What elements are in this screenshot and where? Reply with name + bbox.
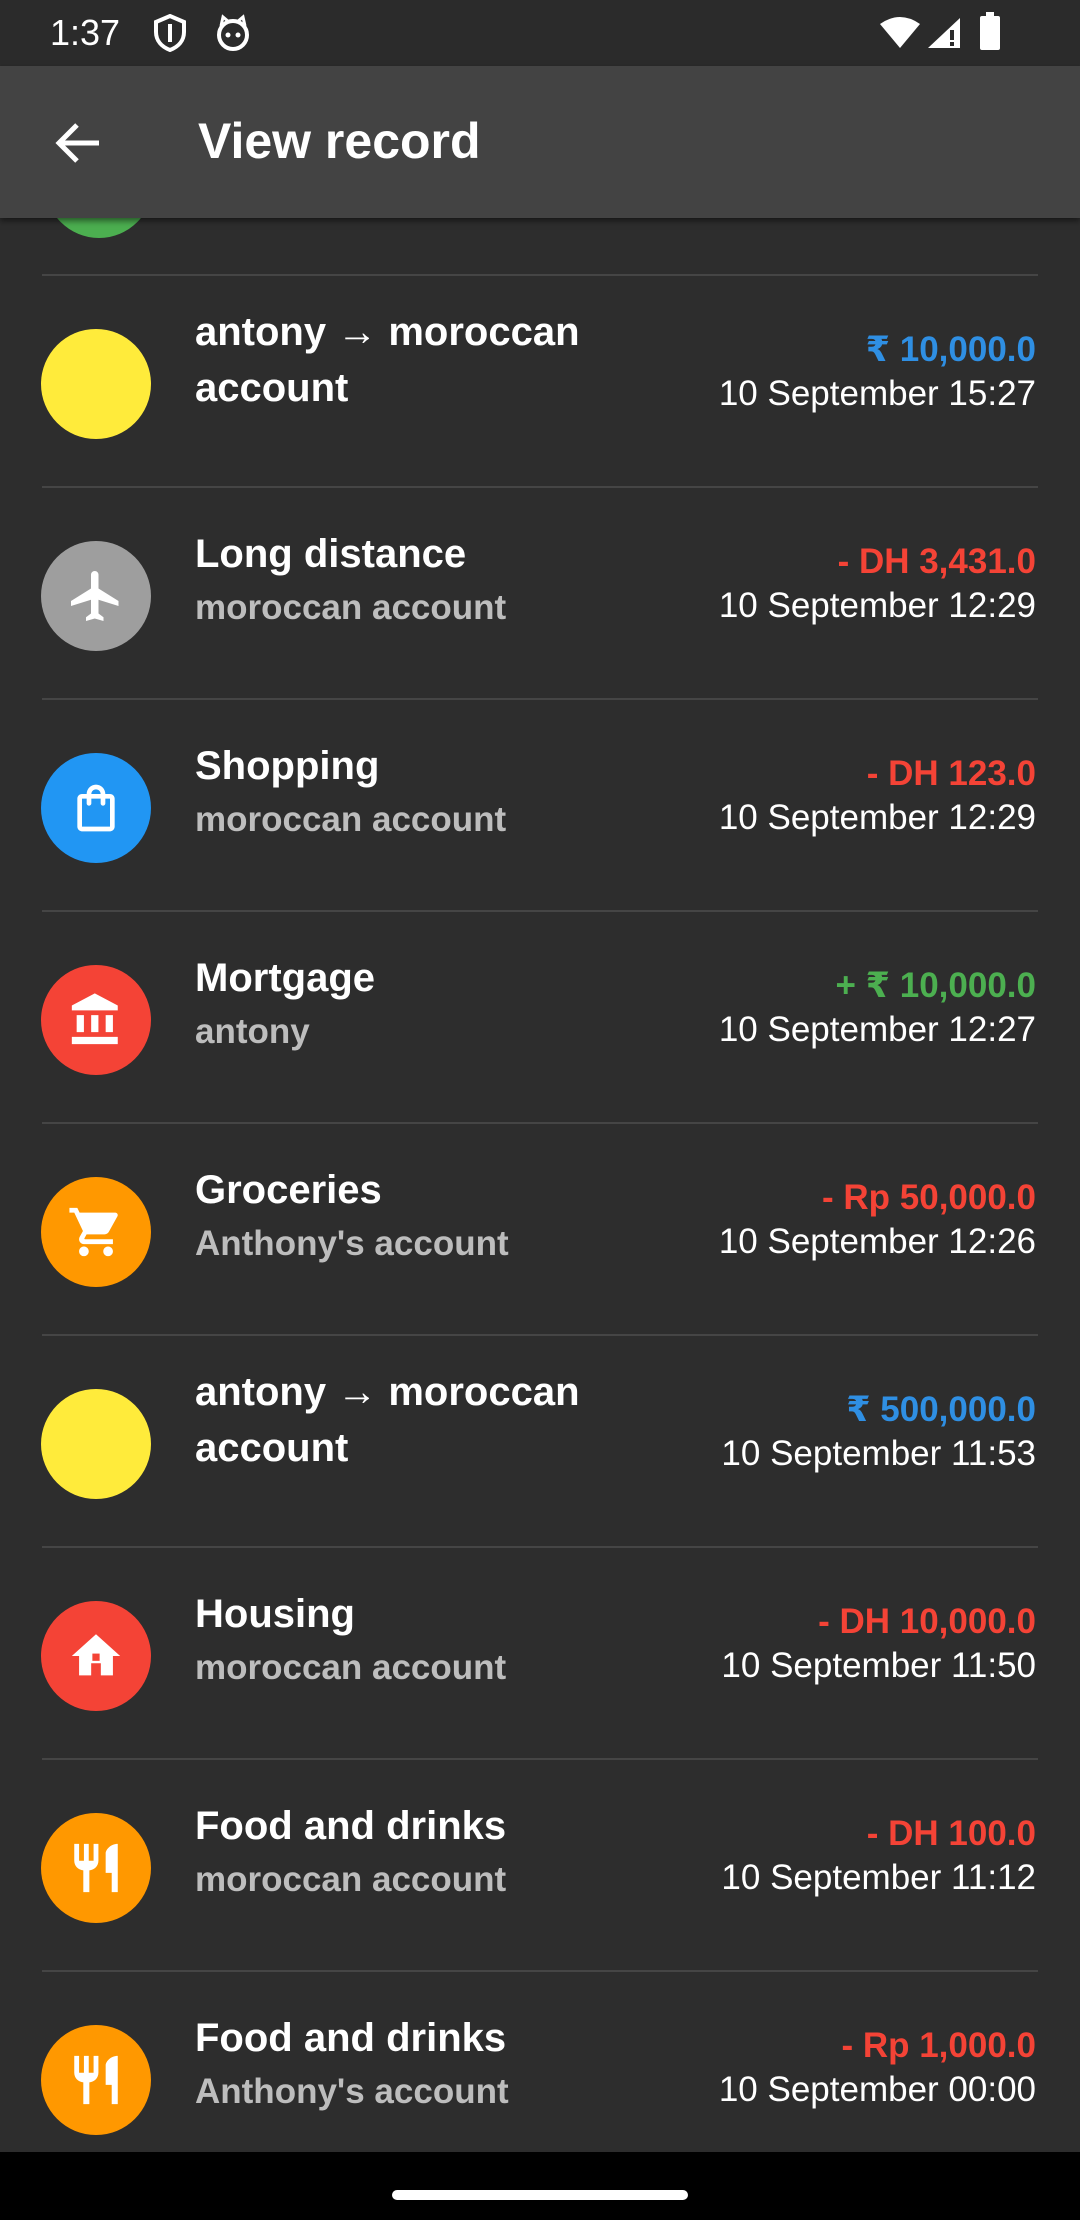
house-icon — [41, 1601, 151, 1711]
record-date: 10 September 15:27 — [718, 374, 1036, 413]
record-date: 10 September 00:00 — [718, 2070, 1036, 2109]
fork-knife-icon — [41, 2025, 151, 2135]
record-date: 10 September 11:12 — [721, 1858, 1036, 1897]
partial-record-avatar — [45, 218, 153, 238]
record-date: 10 September 12:29 — [718, 798, 1036, 837]
list-item[interactable]: Food and drinks moroccan account - DH 10… — [0, 1760, 1080, 1972]
record-amount: ₹ 500,000.0 — [846, 1390, 1036, 1429]
record-amount: - Rp 1,000.0 — [841, 2026, 1036, 2065]
record-date: 10 September 11:53 — [721, 1434, 1036, 1473]
list-item[interactable]: Mortgage antony + ₹ 10,000.0 10 Septembe… — [0, 912, 1080, 1124]
record-date: 10 September 12:27 — [718, 1010, 1036, 1049]
shopping-bag-icon — [41, 753, 151, 863]
cart-icon — [41, 1177, 151, 1287]
record-amount: - DH 3,431.0 — [837, 542, 1036, 581]
back-button[interactable] — [40, 106, 114, 180]
fork-knife-icon — [41, 1813, 151, 1923]
record-account: moroccan account — [195, 800, 507, 839]
record-amount: + ₹ 10,000.0 — [835, 966, 1036, 1005]
record-title: Housing — [195, 1592, 355, 1636]
record-account: Anthony's account — [195, 1224, 509, 1263]
status-time: 1:37 — [50, 12, 121, 53]
home-gesture-handle[interactable] — [392, 2190, 688, 2200]
shield-icon — [152, 13, 188, 57]
record-amount: - DH 123.0 — [866, 754, 1036, 793]
record-amount: ₹ 10,000.0 — [865, 330, 1036, 369]
record-title: Food and drinks — [195, 2016, 507, 2060]
page-title: View record — [198, 113, 481, 169]
record-title: Food and drinks — [195, 1804, 507, 1848]
record-amount: - DH 10,000.0 — [818, 1602, 1036, 1641]
record-title: Groceries — [195, 1168, 382, 1212]
bank-icon — [41, 965, 151, 1075]
battery-icon — [978, 12, 1002, 57]
record-list[interactable]: antony → moroccan account ₹ 10,000.0 10 … — [0, 218, 1080, 2152]
status-bar: 1:37 — [0, 0, 1080, 66]
record-account: moroccan account — [195, 1648, 507, 1687]
record-title: Long distance — [195, 532, 467, 576]
record-account: moroccan account — [195, 588, 507, 627]
list-item[interactable]: Long distance moroccan account - DH 3,43… — [0, 488, 1080, 700]
list-item[interactable]: Food and drinks Anthony's account - Rp 1… — [0, 1972, 1080, 2152]
list-item[interactable]: Groceries Anthony's account - Rp 50,000.… — [0, 1124, 1080, 1336]
record-account: moroccan account — [195, 1860, 507, 1899]
app-bar: View record — [0, 66, 1080, 218]
record-date: 10 September 12:26 — [718, 1222, 1036, 1261]
record-title: Shopping — [195, 744, 380, 788]
record-date: 10 September 12:29 — [718, 586, 1036, 625]
record-account: Anthony's account — [195, 2072, 509, 2111]
record-amount: - DH 100.0 — [866, 1814, 1036, 1853]
list-item[interactable]: Shopping moroccan account - DH 123.0 10 … — [0, 700, 1080, 912]
record-account: antony — [195, 1012, 310, 1051]
record-title: antony → moroccan account — [195, 1370, 580, 1470]
airplane-icon — [41, 541, 151, 651]
list-item[interactable]: antony → moroccan account ₹ 500,000.0 10… — [0, 1336, 1080, 1548]
transfer-icon — [41, 1389, 151, 1499]
arrow-left-icon — [55, 123, 99, 163]
list-item[interactable]: antony → moroccan account ₹ 10,000.0 10 … — [0, 276, 1080, 488]
cat-face-icon — [214, 14, 252, 57]
transfer-icon — [41, 329, 151, 439]
wifi-icon — [878, 16, 922, 55]
record-date: 10 September 11:50 — [721, 1646, 1036, 1685]
record-title: Mortgage — [195, 956, 375, 1000]
record-title: antony → moroccan account — [195, 310, 580, 410]
navigation-bar — [0, 2152, 1080, 2220]
record-amount: - Rp 50,000.0 — [822, 1178, 1036, 1217]
signal-icon — [926, 16, 962, 55]
list-item[interactable]: Housing moroccan account - DH 10,000.0 1… — [0, 1548, 1080, 1760]
